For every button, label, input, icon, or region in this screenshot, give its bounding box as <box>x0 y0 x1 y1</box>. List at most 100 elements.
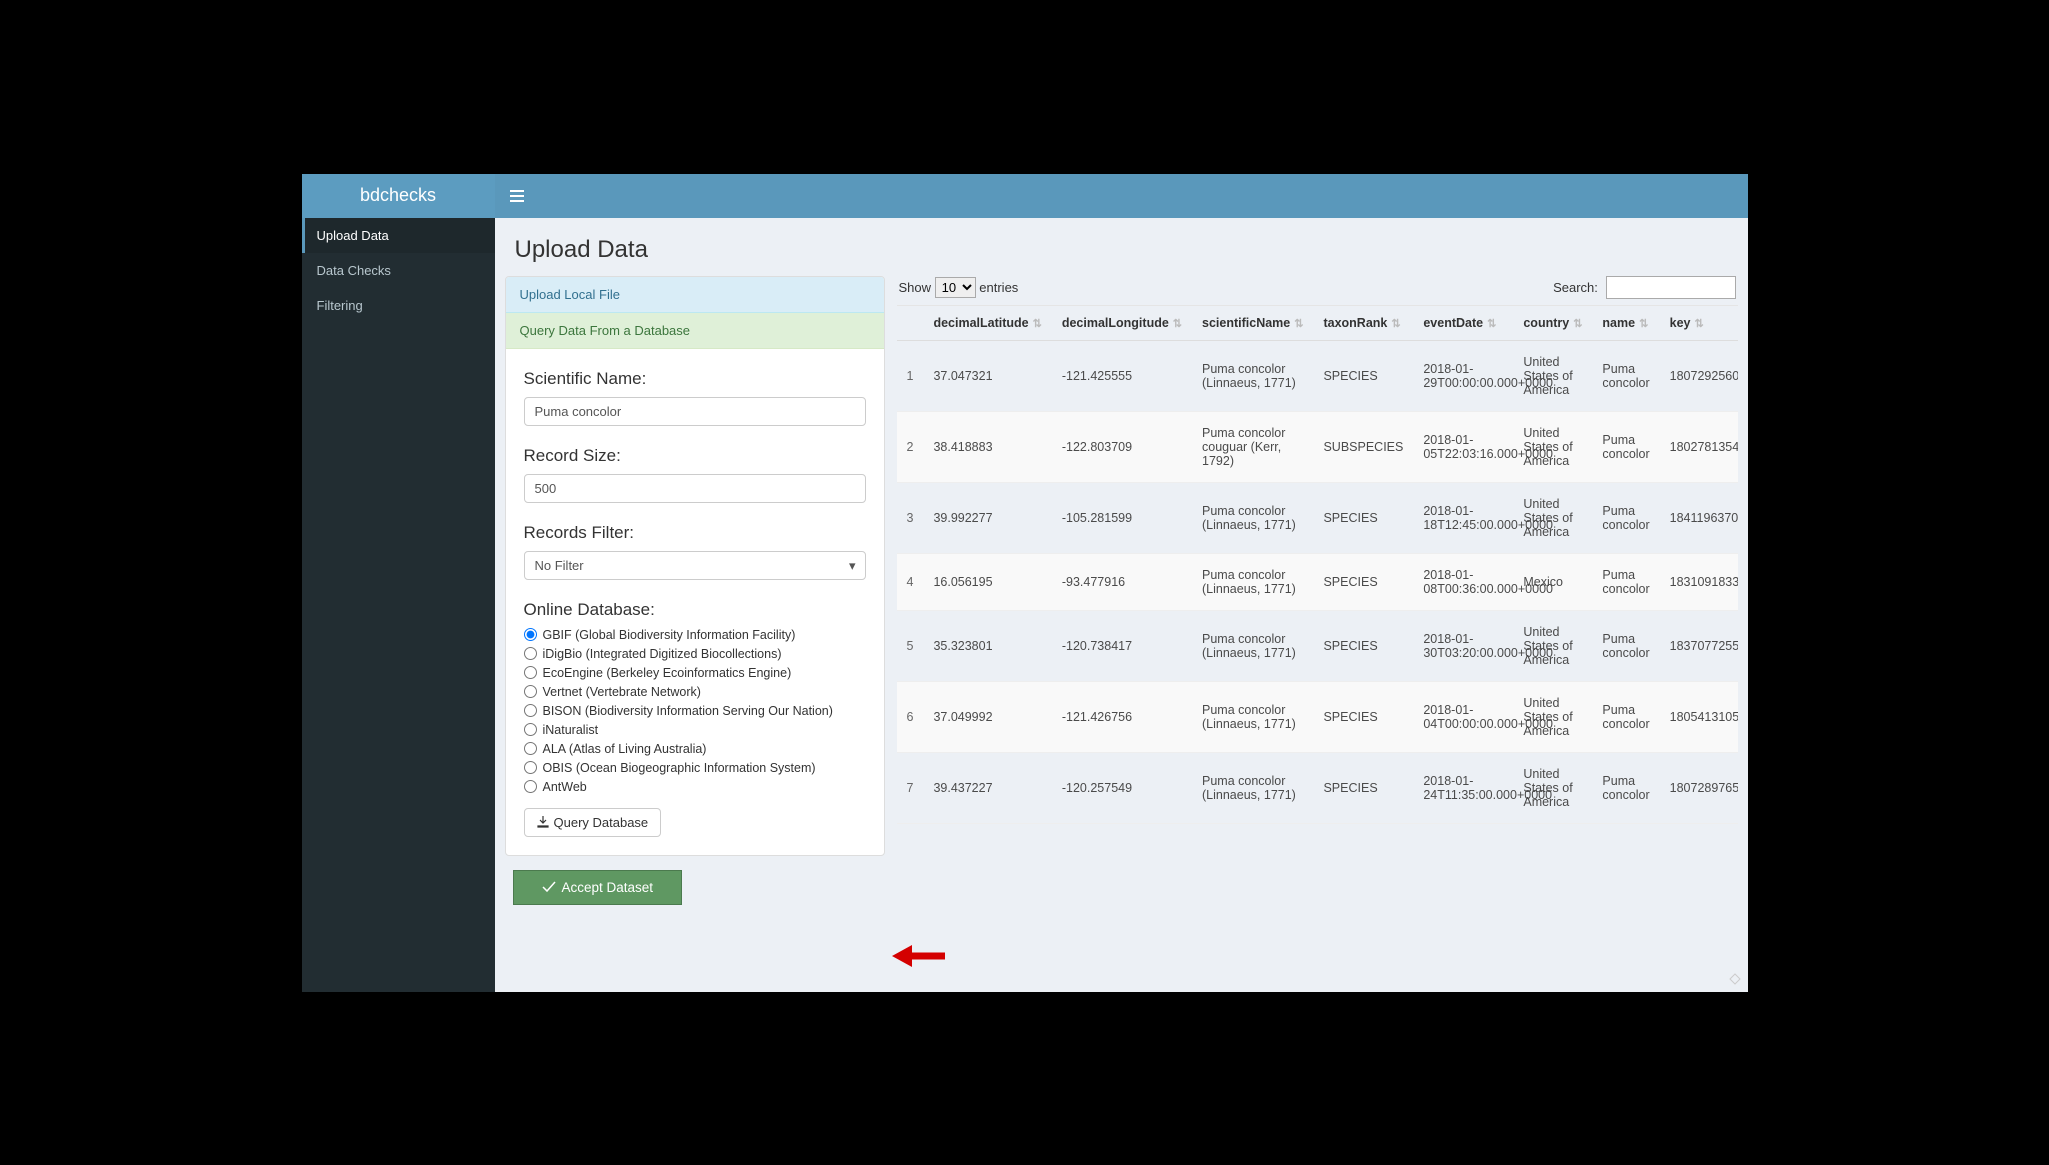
cell-decimalLatitude: 37.047321 <box>923 340 1051 411</box>
cell-key: 1805413105 <box>1660 681 1738 752</box>
cell-decimalLongitude: -105.281599 <box>1052 482 1192 553</box>
cell-name: Puma concolor <box>1592 482 1659 553</box>
cell-decimalLongitude: -120.257549 <box>1052 752 1192 823</box>
show-label-suffix: entries <box>979 280 1018 295</box>
tab-query-database[interactable]: Query Data From a Database <box>506 313 884 349</box>
column-header-index[interactable] <box>897 306 924 341</box>
cell-decimalLatitude: 39.992277 <box>923 482 1051 553</box>
cell-country: United States of America <box>1513 411 1592 482</box>
column-header-key[interactable]: key⇅ <box>1660 306 1738 341</box>
cell-decimalLatitude: 38.418883 <box>923 411 1051 482</box>
database-radio[interactable] <box>524 742 537 755</box>
tab-upload-local-file[interactable]: Upload Local File <box>506 277 884 313</box>
database-option[interactable]: OBIS (Ocean Biogeographic Information Sy… <box>524 761 866 775</box>
database-option[interactable]: iNaturalist <box>524 723 866 737</box>
arrow-icon <box>890 941 950 971</box>
database-option[interactable]: GBIF (Global Biodiversity Information Fa… <box>524 628 866 642</box>
record-size-input[interactable] <box>524 474 866 503</box>
data-table: decimalLatitude⇅decimalLongitude⇅scienti… <box>897 306 1738 824</box>
records-filter-select[interactable] <box>524 551 866 580</box>
database-option-label: BISON (Biodiversity Information Serving … <box>543 704 833 718</box>
cell-key: 1807292560 <box>1660 340 1738 411</box>
database-radio[interactable] <box>524 647 537 660</box>
column-header-name[interactable]: name⇅ <box>1592 306 1659 341</box>
cell-eventDate: 2018-01-08T00:36:00.000+0000 <box>1413 553 1513 610</box>
resize-handle-icon <box>1728 972 1742 986</box>
cell-decimalLongitude: -122.803709 <box>1052 411 1192 482</box>
column-header-decimalLongitude[interactable]: decimalLongitude⇅ <box>1052 306 1192 341</box>
column-header-decimalLatitude[interactable]: decimalLatitude⇅ <box>923 306 1051 341</box>
search-input[interactable] <box>1606 276 1736 299</box>
database-radio[interactable] <box>524 666 537 679</box>
sidebar-item-upload-data[interactable]: Upload Data <box>302 218 495 253</box>
show-label-prefix: Show <box>899 280 932 295</box>
query-database-button[interactable]: Query Database <box>524 808 662 837</box>
database-radio[interactable] <box>524 780 537 793</box>
cell-eventDate: 2018-01-18T12:45:00.000+0000 <box>1413 482 1513 553</box>
table-row[interactable]: 339.992277-105.281599Puma concolor (Linn… <box>897 482 1738 553</box>
cell-idx: 3 <box>897 482 924 553</box>
table-row[interactable]: 739.437227-120.257549Puma concolor (Linn… <box>897 752 1738 823</box>
cell-scientificName: Puma concolor (Linnaeus, 1771) <box>1192 482 1313 553</box>
database-option[interactable]: AntWeb <box>524 780 866 794</box>
database-option[interactable]: iDigBio (Integrated Digitized Biocollect… <box>524 647 866 661</box>
column-header-eventDate[interactable]: eventDate⇅ <box>1413 306 1513 341</box>
cell-country: United States of America <box>1513 681 1592 752</box>
database-radio[interactable] <box>524 628 537 641</box>
sidebar: Upload DataData ChecksFiltering <box>302 218 495 992</box>
database-option-label: Vertnet (Vertebrate Network) <box>543 685 701 699</box>
accept-dataset-button[interactable]: Accept Dataset <box>513 870 683 905</box>
sidebar-toggle-button[interactable] <box>495 174 539 218</box>
cell-taxonRank: SUBSPECIES <box>1313 411 1413 482</box>
table-row[interactable]: 416.056195-93.477916Puma concolor (Linna… <box>897 553 1738 610</box>
table-row[interactable]: 535.323801-120.738417Puma concolor (Linn… <box>897 610 1738 681</box>
database-option[interactable]: BISON (Biodiversity Information Serving … <box>524 704 866 718</box>
column-header-country[interactable]: country⇅ <box>1513 306 1592 341</box>
cell-scientificName: Puma concolor couguar (Kerr, 1792) <box>1192 411 1313 482</box>
cell-key: 1841196370 <box>1660 482 1738 553</box>
cell-eventDate: 2018-01-05T22:03:16.000+0000 <box>1413 411 1513 482</box>
database-option[interactable]: Vertnet (Vertebrate Network) <box>524 685 866 699</box>
sidebar-item-filtering[interactable]: Filtering <box>302 288 495 323</box>
database-option-label: OBIS (Ocean Biogeographic Information Sy… <box>543 761 816 775</box>
database-option-label: EcoEngine (Berkeley Ecoinformatics Engin… <box>543 666 792 680</box>
accept-dataset-label: Accept Dataset <box>562 880 654 895</box>
download-icon <box>537 816 549 828</box>
cell-decimalLongitude: -121.425555 <box>1052 340 1192 411</box>
cell-taxonRank: SPECIES <box>1313 681 1413 752</box>
cell-taxonRank: SPECIES <box>1313 482 1413 553</box>
sidebar-item-data-checks[interactable]: Data Checks <box>302 253 495 288</box>
table-row[interactable]: 637.049992-121.426756Puma concolor (Linn… <box>897 681 1738 752</box>
cell-scientificName: Puma concolor (Linnaeus, 1771) <box>1192 553 1313 610</box>
database-radio[interactable] <box>524 704 537 717</box>
database-option[interactable]: ALA (Atlas of Living Australia) <box>524 742 866 756</box>
cell-key: 1837077255 <box>1660 610 1738 681</box>
check-icon <box>542 881 556 893</box>
database-radio[interactable] <box>524 723 537 736</box>
table-row[interactable]: 137.047321-121.425555Puma concolor (Linn… <box>897 340 1738 411</box>
hamburger-icon <box>510 190 524 202</box>
cell-country: United States of America <box>1513 340 1592 411</box>
cell-idx: 1 <box>897 340 924 411</box>
database-radio[interactable] <box>524 685 537 698</box>
search-control: Search: <box>1553 276 1735 299</box>
table-row[interactable]: 238.418883-122.803709Puma concolor cougu… <box>897 411 1738 482</box>
cell-decimalLatitude: 39.437227 <box>923 752 1051 823</box>
scientific-name-input[interactable] <box>524 397 866 426</box>
database-radio[interactable] <box>524 761 537 774</box>
cell-idx: 7 <box>897 752 924 823</box>
cell-decimalLongitude: -93.477916 <box>1052 553 1192 610</box>
record-size-label: Record Size: <box>524 446 866 466</box>
column-header-scientificName[interactable]: scientificName⇅ <box>1192 306 1313 341</box>
cell-taxonRank: SPECIES <box>1313 752 1413 823</box>
cell-scientificName: Puma concolor (Linnaeus, 1771) <box>1192 340 1313 411</box>
database-option-label: iNaturalist <box>543 723 599 737</box>
database-option[interactable]: EcoEngine (Berkeley Ecoinformatics Engin… <box>524 666 866 680</box>
query-database-label: Query Database <box>554 815 649 830</box>
cell-name: Puma concolor <box>1592 553 1659 610</box>
app-logo[interactable]: bdchecks <box>302 174 495 218</box>
entries-select[interactable]: 10 <box>935 277 976 298</box>
column-header-taxonRank[interactable]: taxonRank⇅ <box>1313 306 1413 341</box>
cell-decimalLatitude: 35.323801 <box>923 610 1051 681</box>
scientific-name-label: Scientific Name: <box>524 369 866 389</box>
